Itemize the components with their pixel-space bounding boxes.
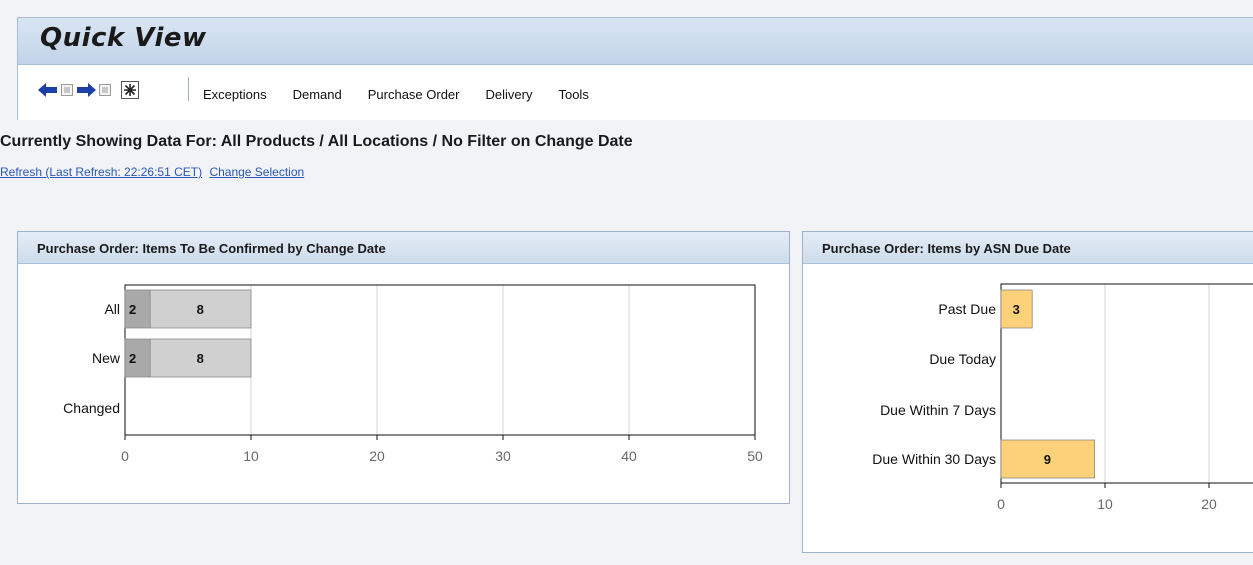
menu-tools[interactable]: Tools [558, 87, 588, 102]
toolbar-separator [188, 77, 189, 101]
menu-bar: Exceptions Demand Purchase Order Deliver… [203, 87, 615, 102]
data-label: 9 [1044, 452, 1051, 467]
tick-label: 20 [1201, 496, 1217, 512]
header-bar: Quick View [17, 17, 1253, 65]
data-label: 8 [197, 302, 204, 317]
context-heading: Currently Showing Data For: All Products… [0, 133, 633, 150]
page-icon[interactable] [61, 84, 73, 96]
category-label: Due Today [929, 351, 996, 367]
tick-label: 30 [495, 448, 511, 464]
asterisk-icon[interactable] [121, 81, 139, 99]
tick-label: 10 [243, 448, 259, 464]
panel-confirm-by-change-date: Purchase Order: Items To Be Confirmed by… [17, 231, 790, 504]
chart-asn-due-date: Past Due 3 Due Today Due Within 7 Days Due W… [872, 283, 1253, 512]
toolbar-icons [38, 80, 139, 100]
category-label: Changed [63, 400, 120, 416]
data-label: 2 [129, 351, 136, 366]
page-icon[interactable] [99, 84, 111, 96]
panel-asn-due-date: Purchase Order: Items by ASN Due Date Pa… [802, 231, 1253, 553]
category-label: New [92, 350, 121, 366]
toolbar: Exceptions Demand Purchase Order Deliver… [17, 65, 1253, 120]
tick-label: 0 [997, 496, 1005, 512]
data-label: 2 [129, 302, 136, 317]
tick-label: 10 [1097, 496, 1113, 512]
menu-exceptions[interactable]: Exceptions [203, 87, 267, 102]
data-label: 3 [1013, 302, 1020, 317]
category-label: All [104, 301, 120, 317]
tick-label: 0 [121, 448, 129, 464]
category-label: Past Due [938, 301, 996, 317]
menu-delivery[interactable]: Delivery [486, 87, 533, 102]
context-links: Refresh (Last Refresh: 22:26:51 CET) Cha… [0, 165, 308, 179]
panel-title: Purchase Order: Items To Be Confirmed by… [18, 232, 789, 264]
category-label: Due Within 30 Days [872, 451, 996, 467]
data-label: 8 [197, 351, 204, 366]
category-label: Due Within 7 Days [880, 402, 996, 418]
menu-demand[interactable]: Demand [293, 87, 342, 102]
tick-label: 50 [747, 448, 763, 464]
tick-label: 40 [621, 448, 637, 464]
panel-title: Purchase Order: Items by ASN Due Date [803, 232, 1253, 264]
forward-arrow-icon[interactable] [76, 82, 96, 98]
tick-label: 20 [369, 448, 385, 464]
change-selection-link[interactable]: Change Selection [209, 165, 304, 179]
refresh-link[interactable]: Refresh (Last Refresh: 22:26:51 CET) [0, 165, 202, 179]
page-title: Quick View [40, 23, 207, 53]
chart-confirm-by-change-date: All 2 8 New 2 8 Changed 0 10 20 30 40 50 [63, 284, 763, 464]
back-arrow-icon[interactable] [38, 82, 58, 98]
menu-purchase-order[interactable]: Purchase Order [368, 87, 460, 102]
